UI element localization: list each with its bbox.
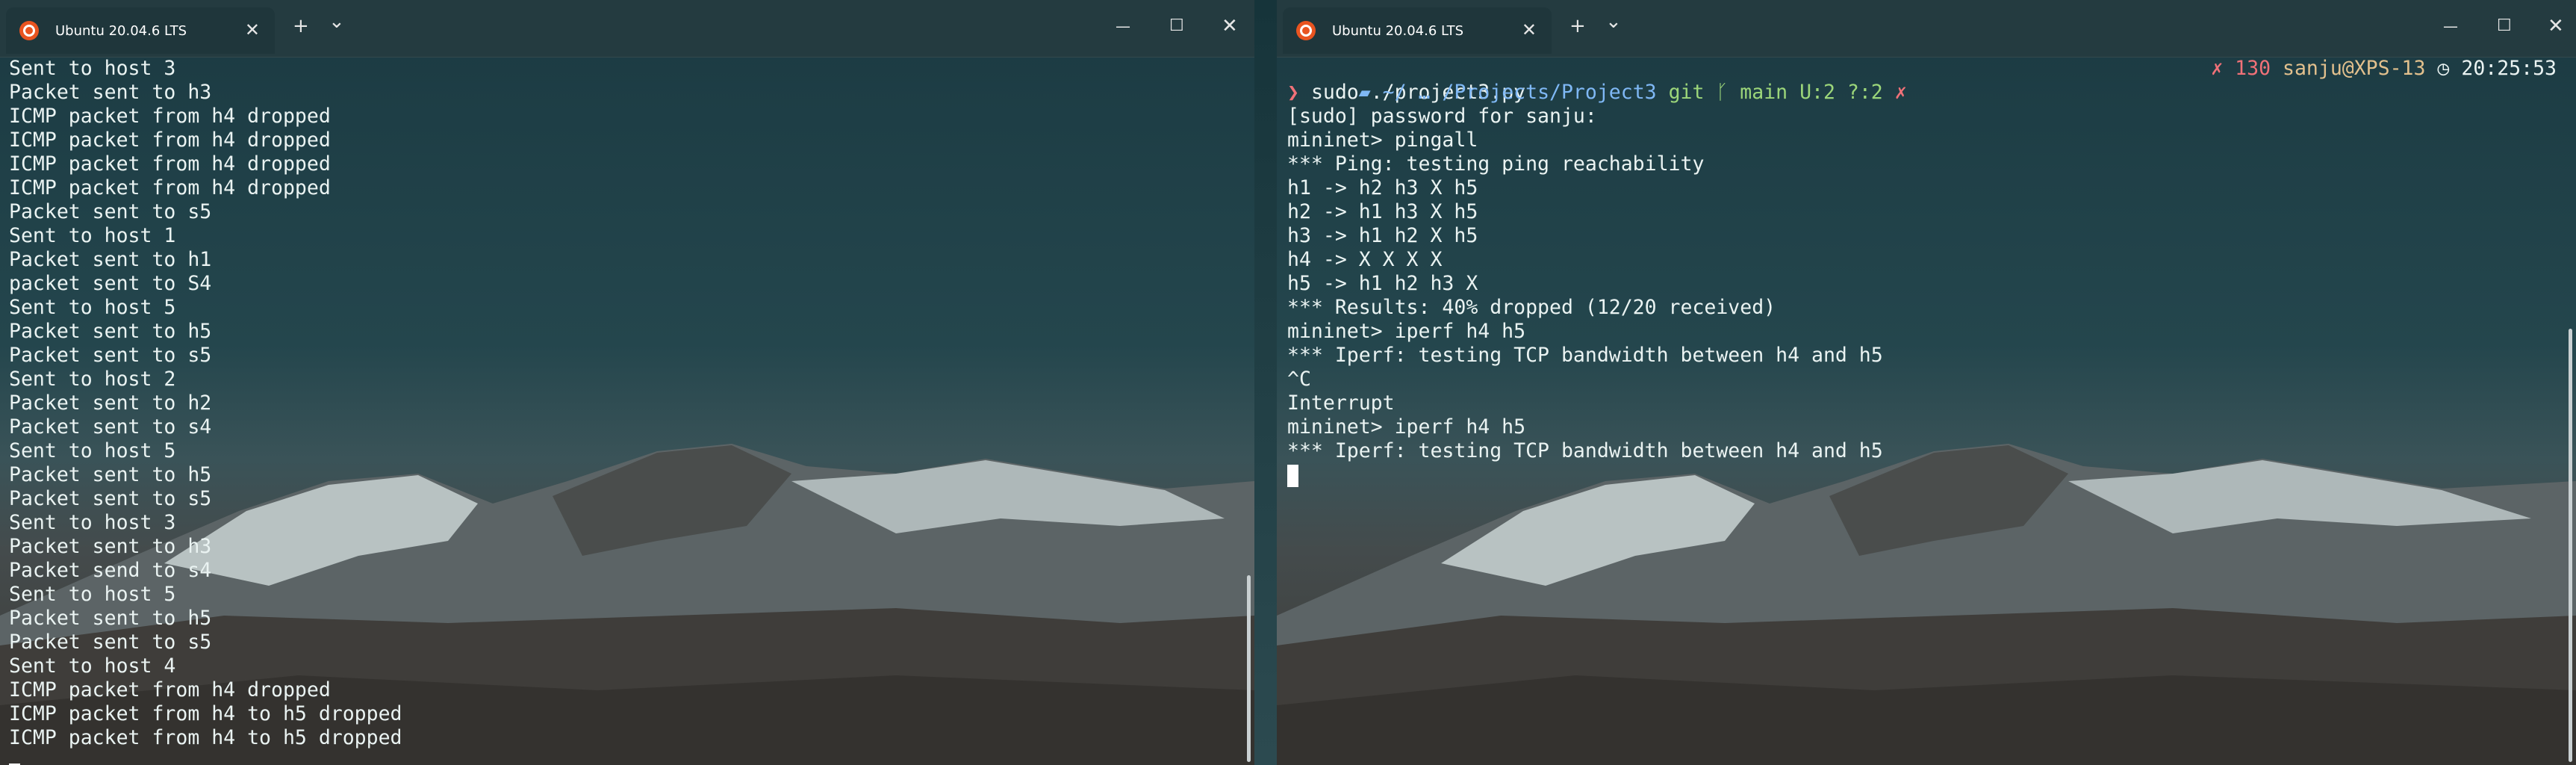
output-line: Sent to host 2	[9, 368, 176, 391]
output-line: ICMP packet from h4 dropped	[9, 176, 331, 199]
output-line: ^C	[1287, 368, 1311, 391]
output-line: Packet sent to h2	[9, 391, 212, 415]
output-line: h2 -> h1 h3 X h5	[1287, 200, 1478, 223]
maximize-button[interactable]: ☐	[2497, 16, 2512, 36]
output-line: Sent to host 3	[9, 57, 176, 80]
output-line: Interrupt	[1287, 391, 1395, 415]
git-dirty-mark: ✗	[1894, 81, 1907, 104]
ubuntu-icon	[19, 21, 39, 40]
new-tab-button[interactable]: +	[293, 16, 309, 36]
exit-status: ✗ 130	[2211, 57, 2271, 80]
output-line: ICMP packet from h4 dropped	[9, 152, 331, 176]
output-line: Sent to host 4	[9, 654, 176, 678]
terminal-output[interactable]: Sent to host 3 Packet sent to h3 ICMP pa…	[9, 57, 1239, 765]
title-bar: Ubuntu 20.04.6 LTS ✕ + ⌄ — ☐ ✕	[0, 0, 1254, 58]
terminal-output[interactable]: ▰ ~/ … /Projects/Project3 git ᚴ main U:2…	[1287, 57, 2557, 765]
output-line: ICMP packet from h4 to h5 dropped	[9, 726, 402, 749]
output-line: Packet sent to h3	[9, 81, 212, 104]
output-line: ICMP packet from h4 dropped	[9, 678, 331, 701]
output-line: Packet sent to h3	[9, 535, 212, 558]
prompt-time: 20:25:53	[2461, 57, 2557, 80]
output-line: Sent to host 3	[9, 511, 176, 534]
output-line: h5 -> h1 h2 h3 X	[1287, 272, 1478, 295]
scrollbar-thumb[interactable]	[1247, 575, 1251, 762]
output-line: mininet> iperf h4 h5	[1287, 320, 1526, 343]
output-line: ICMP packet from h4 to h5 dropped	[9, 702, 402, 725]
output-line: Sent to host 5	[9, 296, 176, 319]
prompt-path: ~/ … /Projects/Project3	[1382, 81, 1657, 104]
tab-dropdown-icon[interactable]: ⌄	[329, 12, 345, 31]
output-line: Packet sent to s5	[9, 200, 212, 223]
title-bar: Ubuntu 20.04.6 LTS ✕ + ⌄ — ☐ ✕	[1277, 0, 2576, 58]
tab-title: Ubuntu 20.04.6 LTS	[55, 22, 187, 39]
git-branch-status: main U:2 ?:2	[1740, 81, 1883, 104]
output-line: Packet sent to h5	[9, 320, 212, 343]
maximize-button[interactable]: ☐	[1169, 16, 1184, 36]
clock-icon: ◷	[2437, 57, 2450, 80]
tab-close-icon[interactable]: ✕	[245, 21, 260, 39]
output-line: Sent to host 5	[9, 439, 176, 462]
output-line: Packet sent to h5	[9, 607, 212, 630]
minimize-button[interactable]: —	[2443, 16, 2458, 36]
desktop-gap	[1254, 0, 1277, 765]
text-cursor	[1287, 465, 1298, 487]
tab-title: Ubuntu 20.04.6 LTS	[1332, 22, 1464, 39]
output-line: ICMP packet from h4 dropped	[9, 105, 331, 128]
output-line: Sent to host 1	[9, 224, 176, 247]
close-button[interactable]: ✕	[2548, 16, 2564, 36]
output-line: *** Iperf: testing TCP bandwidth between…	[1287, 439, 1883, 462]
output-line: h4 -> X X X X	[1287, 248, 1443, 271]
folder-icon: ▰	[1358, 81, 1383, 104]
output-line: h1 -> h2 h3 X h5	[1287, 176, 1478, 199]
git-branch-icon: ᚴ	[1716, 81, 1729, 104]
new-tab-button[interactable]: +	[1569, 16, 1586, 36]
output-line: Packet sent to s4	[9, 415, 212, 439]
output-line: Packet send to s4	[9, 559, 212, 582]
user-host: sanju@XPS-13	[2283, 57, 2426, 80]
output-line: Packet sent to s5	[9, 631, 212, 654]
tab-close-icon[interactable]: ✕	[1522, 21, 1537, 39]
git-label: git	[1668, 81, 1705, 104]
output-line: Packet sent to s5	[9, 487, 212, 510]
output-line: mininet> pingall	[1287, 128, 1478, 152]
output-line: h3 -> h1 h2 X h5	[1287, 224, 1478, 247]
minimize-button[interactable]: —	[1116, 16, 1130, 36]
tab-ubuntu[interactable]: Ubuntu 20.04.6 LTS ✕	[6, 7, 275, 54]
output-line: Packet sent to h1	[9, 248, 212, 271]
output-line: Packet sent to h5	[9, 463, 212, 486]
output-line: *** Results: 40% dropped (12/20 received…	[1287, 296, 1776, 319]
output-line: Sent to host 5	[9, 583, 176, 606]
output-line: packet sent to S4	[9, 272, 212, 295]
terminal-window-left[interactable]: Ubuntu 20.04.6 LTS ✕ + ⌄ — ☐ ✕ Sent to h…	[0, 0, 1254, 765]
tab-ubuntu[interactable]: Ubuntu 20.04.6 LTS ✕	[1283, 7, 1552, 54]
scrollbar-thumb[interactable]	[2569, 329, 2572, 762]
tab-dropdown-icon[interactable]: ⌄	[1605, 12, 1622, 31]
terminal-window-right[interactable]: Ubuntu 20.04.6 LTS ✕ + ⌄ — ☐ ✕ ▰ ~/ … /P…	[1277, 0, 2576, 765]
ubuntu-icon	[1296, 21, 1316, 40]
output-line: mininet> iperf h4 h5	[1287, 415, 1526, 439]
prompt-line: ▰ ~/ … /Projects/Project3 git ᚴ main U:2…	[1287, 57, 2557, 104]
output-line: ICMP packet from h4 dropped	[9, 128, 331, 152]
cursor-line	[1287, 463, 2557, 487]
output-line: Packet sent to s5	[9, 344, 212, 367]
cursor-line	[9, 750, 1239, 765]
close-button[interactable]: ✕	[1222, 16, 1238, 36]
output-line: *** Ping: testing ping reachability	[1287, 152, 1705, 176]
output-line: *** Iperf: testing TCP bandwidth between…	[1287, 344, 1883, 367]
prompt-right-segment: ✗ 130 sanju@XPS-13 ◷ 20:25:53	[2211, 57, 2557, 81]
output-line: [sudo] password for sanju:	[1287, 105, 1597, 128]
